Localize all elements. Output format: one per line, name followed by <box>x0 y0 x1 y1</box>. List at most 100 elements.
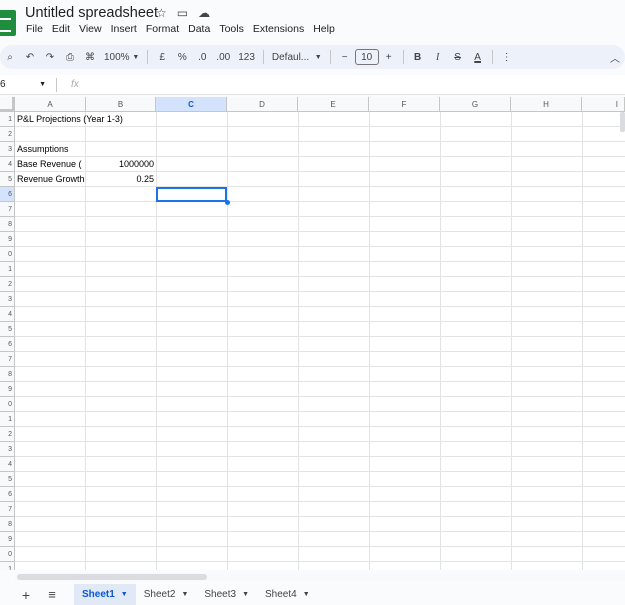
row-header[interactable]: 6 <box>0 487 15 502</box>
row-header[interactable]: 0 <box>0 247 15 262</box>
menu-data[interactable]: Data <box>188 23 210 35</box>
row-header[interactable]: 3 <box>0 292 15 307</box>
sheet-tab-2[interactable]: Sheet2 ▼ <box>136 584 197 605</box>
row-header[interactable]: 9 <box>0 232 15 247</box>
menu-view[interactable]: View <box>79 23 102 35</box>
all-sheets-icon[interactable]: ≡ <box>42 585 62 605</box>
vertical-scrollbar[interactable] <box>620 112 625 132</box>
row-header[interactable]: 6 <box>0 337 15 352</box>
menu-extensions[interactable]: Extensions <box>253 23 304 35</box>
menu-file[interactable]: File <box>26 23 43 35</box>
row-header[interactable]: 8 <box>0 217 15 232</box>
bold-button[interactable]: B <box>408 47 428 67</box>
row-header[interactable]: 7 <box>0 202 15 217</box>
column-header-a[interactable]: A <box>15 97 86 112</box>
row-header[interactable]: 9 <box>0 382 15 397</box>
row-header[interactable]: 4 <box>0 457 15 472</box>
more-options-icon[interactable]: ⋮ <box>497 47 517 67</box>
name-box[interactable]: 6 ▼ <box>0 79 52 90</box>
row-header[interactable]: 0 <box>0 547 15 562</box>
zoom-value: 100% <box>104 51 130 63</box>
cell-a1[interactable]: P&L Projections (Year 1-3) <box>17 112 217 127</box>
column-header-f[interactable]: F <box>369 97 440 112</box>
cloud-status-icon[interactable]: ☁ <box>198 6 210 20</box>
sheet-tab-label: Sheet4 <box>265 589 297 600</box>
undo-icon[interactable]: ↶ <box>20 47 40 67</box>
cell-b4[interactable]: 1000000 <box>86 157 156 172</box>
percent-format-button[interactable]: % <box>172 47 192 67</box>
row-header[interactable]: 0 <box>0 397 15 412</box>
add-sheet-icon[interactable]: + <box>16 585 36 605</box>
currency-format-button[interactable]: £ <box>152 47 172 67</box>
horizontal-scrollbar[interactable] <box>15 573 625 581</box>
menu-tools[interactable]: Tools <box>219 23 244 35</box>
row-header[interactable]: 5 <box>0 322 15 337</box>
row-header[interactable]: 8 <box>0 367 15 382</box>
cell-a4[interactable]: Base Revenue ( <box>17 157 85 172</box>
row-grid-line <box>15 501 625 502</box>
column-header-e[interactable]: E <box>298 97 369 112</box>
cell-a3[interactable]: Assumptions <box>17 142 85 157</box>
select-all-corner[interactable] <box>0 97 15 112</box>
sheet-tab-4[interactable]: Sheet4 ▼ <box>257 584 318 605</box>
italic-button[interactable]: I <box>428 47 448 67</box>
row-header[interactable]: 6 <box>0 187 15 202</box>
fill-handle[interactable] <box>225 200 230 205</box>
column-header-d[interactable]: D <box>227 97 298 112</box>
menu-insert[interactable]: Insert <box>111 23 137 35</box>
text-color-button[interactable]: A <box>468 47 488 67</box>
cell-a5[interactable]: Revenue Growth <box>17 172 85 187</box>
search-icon[interactable]: ⌕ <box>0 47 20 67</box>
row-header[interactable]: 1 <box>0 262 15 277</box>
font-size-input[interactable]: 10 <box>354 49 379 65</box>
column-header-g[interactable]: G <box>440 97 511 112</box>
menu-edit[interactable]: Edit <box>52 23 70 35</box>
row-header[interactable]: 3 <box>0 442 15 457</box>
row-header[interactable]: 8 <box>0 517 15 532</box>
row-header[interactable]: 7 <box>0 352 15 367</box>
menu-help[interactable]: Help <box>313 23 335 35</box>
collapse-menus-icon[interactable]: ︿ <box>605 47 625 67</box>
column-grid-line <box>511 112 512 570</box>
menu-format[interactable]: Format <box>146 23 179 35</box>
strikethrough-icon[interactable]: S <box>448 47 468 67</box>
row-header[interactable]: 2 <box>0 427 15 442</box>
column-grid-line <box>227 112 228 570</box>
sheets-logo-icon[interactable] <box>0 10 16 36</box>
row-header[interactable]: 4 <box>0 157 15 172</box>
horizontal-scroll-thumb[interactable] <box>17 574 207 580</box>
redo-icon[interactable]: ↷ <box>40 47 60 67</box>
sheet-tab-1[interactable]: Sheet1 ▼ <box>74 584 136 605</box>
decrease-decimal-button[interactable]: .0 <box>192 47 212 67</box>
sheet-tab-3[interactable]: Sheet3 ▼ <box>196 584 257 605</box>
row-header[interactable]: 7 <box>0 502 15 517</box>
print-icon[interactable]: ⎙ <box>60 47 80 67</box>
row-header[interactable]: 9 <box>0 532 15 547</box>
row-header[interactable]: 1 <box>0 412 15 427</box>
column-header-b[interactable]: B <box>86 97 156 112</box>
document-title[interactable]: Untitled spreadsheet <box>25 5 158 21</box>
row-header[interactable]: 1 <box>0 112 15 127</box>
zoom-select[interactable]: 100% ▼ <box>100 47 143 67</box>
row-header[interactable]: 3 <box>0 142 15 157</box>
spreadsheet-grid[interactable]: A B C D E F G H I 1234567890123456789012… <box>0 97 625 570</box>
move-folder-icon[interactable]: ▭ <box>177 6 188 20</box>
row-header[interactable]: 5 <box>0 172 15 187</box>
row-header[interactable]: 4 <box>0 307 15 322</box>
star-icon[interactable]: ☆ <box>156 6 167 20</box>
active-cell-c6[interactable] <box>156 187 227 202</box>
cell-b5[interactable]: 0.25 <box>86 172 156 187</box>
font-select[interactable]: Defaul... ▼ <box>268 47 326 67</box>
row-header[interactable]: 5 <box>0 472 15 487</box>
number-format-button[interactable]: 123 <box>234 47 259 67</box>
row-header[interactable]: 2 <box>0 277 15 292</box>
column-header-i[interactable]: I <box>582 97 625 112</box>
increase-font-size-icon[interactable]: + <box>379 47 399 67</box>
row-header[interactable]: 2 <box>0 127 15 142</box>
column-header-h[interactable]: H <box>511 97 582 112</box>
row-header[interactable]: 1 <box>0 562 15 570</box>
paint-format-icon[interactable]: ⌘ <box>80 47 100 67</box>
decrease-font-size-icon[interactable]: − <box>335 47 355 67</box>
increase-decimal-button[interactable]: .00 <box>212 47 234 67</box>
column-header-c[interactable]: C <box>156 97 227 112</box>
